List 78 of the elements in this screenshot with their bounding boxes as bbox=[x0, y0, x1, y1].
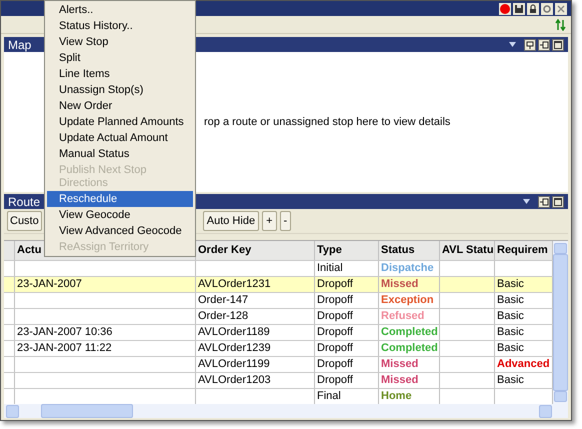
table-cell: 23-JAN-2007 10:36 bbox=[17, 326, 112, 338]
menu-item[interactable]: View Stop bbox=[47, 34, 193, 50]
maximize-icon[interactable] bbox=[552, 38, 564, 50]
table-row[interactable]: Order-147 Dropoff Exception Basic bbox=[4, 293, 553, 309]
horizontal-scrollbar[interactable] bbox=[4, 404, 568, 418]
menu-item[interactable]: Update Planned Amounts bbox=[47, 114, 193, 130]
table-row[interactable]: AVLOrder1203 Dropoff Missed Basic bbox=[4, 373, 553, 389]
dropdown-icon[interactable] bbox=[509, 42, 516, 47]
status-text: Completed bbox=[381, 326, 438, 338]
menu-item[interactable]: Manual Status bbox=[47, 146, 193, 162]
table-cell: Basic bbox=[497, 326, 524, 338]
menu-item[interactable]: Status History.. bbox=[47, 18, 193, 34]
record-icon[interactable] bbox=[499, 2, 511, 14]
table-cell: Dropoff bbox=[317, 326, 353, 338]
lock-icon[interactable] bbox=[527, 2, 539, 14]
table-cell: AVLOrder1203 bbox=[198, 374, 271, 386]
toolbar-button[interactable]: + bbox=[262, 211, 276, 231]
status-text: Refused bbox=[381, 310, 424, 322]
panel-title: Route bbox=[8, 194, 40, 208]
table-cell: AVLOrder1239 bbox=[198, 342, 271, 354]
table-cell: Final bbox=[317, 390, 341, 402]
status-text: Missed bbox=[381, 374, 418, 386]
table-cell: Basic bbox=[497, 374, 524, 386]
table-cell: 23-JAN-2007 11:22 bbox=[17, 342, 112, 354]
map-hint: rop a route or unassigned stop here to view details bbox=[204, 116, 450, 128]
table-cell: Order-128 bbox=[198, 310, 248, 322]
panel-title: Map bbox=[8, 38, 32, 52]
close-icon[interactable] bbox=[555, 2, 567, 14]
table-cell: Advanced bbox=[497, 358, 550, 370]
table-cell: Basic bbox=[497, 278, 524, 290]
menu-item[interactable]: View Geocode bbox=[47, 207, 193, 223]
maximize-icon[interactable] bbox=[552, 196, 564, 208]
toolbar-button[interactable]: Auto Hide bbox=[202, 211, 260, 231]
table-cell: AVLOrder1231 bbox=[198, 278, 271, 290]
table-cell: Dropoff bbox=[317, 310, 353, 322]
status-text: Completed bbox=[381, 342, 438, 354]
status-text: Exception bbox=[381, 294, 434, 306]
menu-item[interactable]: Update Actual Amount bbox=[47, 130, 193, 146]
status-text: Dispatche bbox=[381, 262, 434, 274]
table-cell: Order-147 bbox=[198, 294, 248, 306]
toolbar-button[interactable]: Custo bbox=[7, 211, 42, 231]
table-cell: 23-JAN-2007 bbox=[17, 278, 82, 290]
table-cell: AVLOrder1189 bbox=[198, 326, 270, 338]
table-row[interactable]: 23-JAN-2007 10:36 AVLOrder1189 Dropoff Completed Basic bbox=[4, 325, 553, 341]
table-row[interactable]: AVLOrder1199 Dropoff Missed Advanced bbox=[4, 357, 553, 373]
table-cell: Basic bbox=[497, 342, 524, 354]
table-cell: Dropoff bbox=[317, 342, 353, 354]
table-cell: Dropoff bbox=[317, 294, 353, 306]
status-text: Missed bbox=[381, 358, 418, 370]
column-header[interactable]: AVL Statu bbox=[440, 241, 495, 260]
table-cell: Initial bbox=[317, 262, 343, 274]
menu-item[interactable]: Reschedule bbox=[47, 191, 193, 207]
table-cell: Basic bbox=[497, 294, 524, 306]
menu-item[interactable]: View Advanced Geocode bbox=[47, 223, 193, 239]
table-cell: Dropoff bbox=[317, 278, 353, 290]
table-cell: Basic bbox=[497, 310, 524, 322]
table-cell: Dropoff bbox=[317, 374, 353, 386]
table-row[interactable]: Order-128 Dropoff Refused Basic bbox=[4, 309, 553, 325]
menu-item[interactable]: New Order bbox=[47, 98, 193, 114]
table-cell: AVLOrder1199 bbox=[198, 358, 270, 370]
column-header[interactable]: Status bbox=[379, 241, 440, 260]
column-header[interactable]: Type bbox=[315, 241, 379, 260]
dock-icon[interactable] bbox=[538, 38, 550, 50]
table-row[interactable]: 23-JAN-2007 11:22 AVLOrder1239 Dropoff Completed Basic bbox=[4, 341, 553, 357]
save-icon[interactable] bbox=[513, 2, 525, 14]
status-text: Home bbox=[381, 390, 412, 402]
arrows-icon[interactable] bbox=[555, 18, 567, 30]
menu-item[interactable]: Line Items bbox=[47, 66, 193, 82]
toolbar-button[interactable]: - bbox=[280, 211, 292, 231]
status-text: Missed bbox=[381, 278, 418, 290]
menu-item[interactable]: Unassign Stop(s) bbox=[47, 82, 193, 98]
dropdown-icon[interactable] bbox=[523, 199, 530, 204]
vertical-scrollbar[interactable] bbox=[553, 241, 568, 404]
table-cell: Dropoff bbox=[317, 358, 353, 370]
pin-icon[interactable] bbox=[524, 38, 536, 50]
dock-icon[interactable] bbox=[538, 196, 550, 208]
menu-item[interactable]: Split bbox=[47, 50, 193, 66]
table-row[interactable]: 23-JAN-2007 AVLOrder1231 Dropoff Missed Basic bbox=[4, 277, 553, 293]
